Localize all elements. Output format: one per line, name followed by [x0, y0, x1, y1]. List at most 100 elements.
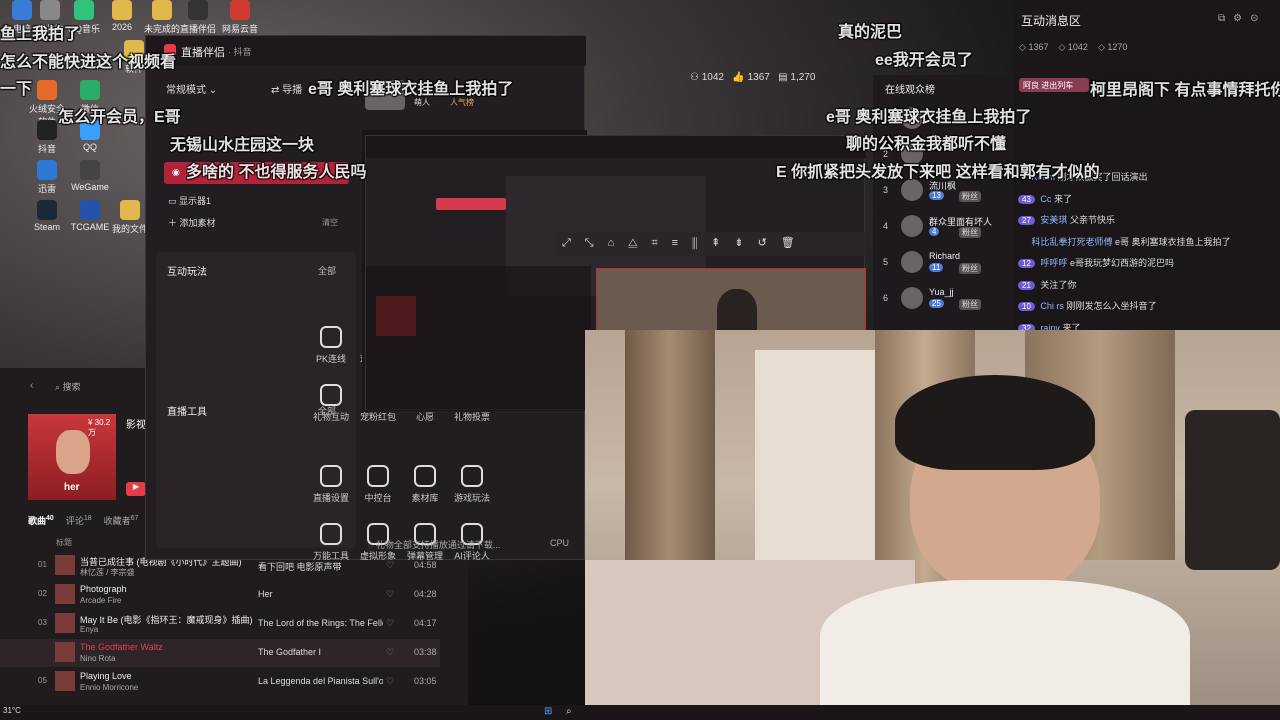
avatar: [901, 287, 923, 309]
music-tab[interactable]: 评论18: [66, 515, 92, 526]
desktop-icon[interactable]: Steam: [25, 200, 69, 232]
heart-icon[interactable]: ♡: [386, 676, 394, 687]
back-icon[interactable]: ‹: [30, 380, 33, 391]
track-cover: [55, 555, 75, 575]
track-row[interactable]: The Godfather Waltz Nino Rota The Godfat…: [0, 639, 440, 667]
chat-message: 21 关注了你: [1018, 278, 1076, 291]
plus-icon: ＋: [168, 218, 178, 228]
interaction-title: 互动玩法: [167, 267, 207, 278]
level-badge: 25: [929, 299, 944, 308]
search-input[interactable]: ⌕ 搜索: [55, 380, 81, 393]
music-tab[interactable]: 歌曲40: [28, 515, 54, 526]
fan-badge: 粉丝: [959, 191, 981, 202]
tool-button[interactable]: PK连线: [306, 326, 356, 365]
desktop-icon[interactable]: 2026: [100, 0, 144, 32]
search-icon: ⌕: [55, 382, 61, 392]
app-icon: [112, 0, 132, 20]
danmaku-comment: 柯里昂阁下 有点事情拜托你: [1090, 82, 1280, 99]
monitor-icon: ▭: [168, 196, 177, 206]
level-badge: 43: [1018, 194, 1035, 204]
interaction-panel-title: 互动消息区: [1021, 14, 1082, 28]
chat-text: e哥我玩梦幻西游的泥巴吗: [1069, 258, 1174, 268]
tool-button[interactable]: 万能工具: [306, 523, 356, 562]
level-badge: 21: [1018, 280, 1035, 290]
source-toolbar: ⤢⤡⌂⧋⌗≡⫼⇞⇟↺🗑: [556, 232, 866, 256]
album-face: [56, 430, 90, 474]
chat-user: 科比乱拳打死老师傅: [1031, 236, 1113, 247]
heart-icon[interactable]: ♡: [386, 589, 394, 600]
interaction-more[interactable]: 全部: [318, 264, 336, 277]
danmaku-comment: 聊的公积金我都听不懂: [846, 136, 1007, 153]
mic-icon: ◌: [368, 540, 374, 550]
tool-button[interactable]: 游戏玩法: [447, 465, 497, 504]
live-tools-more[interactable]: 全部: [318, 404, 336, 417]
chat-message: 10 Chi rs 刚刚发怎么入坐抖音了: [1018, 299, 1156, 312]
chair: [1185, 410, 1280, 570]
desktop-icon[interactable]: WeGame: [68, 160, 112, 192]
start-icon[interactable]: ⊞: [544, 706, 552, 717]
desktop-icon[interactable]: 迅雷: [25, 160, 69, 195]
danmaku-comment: 一下: [0, 81, 33, 98]
album-label: her: [64, 482, 80, 493]
danmaku-comment: 多啥的 不也得服务人民吗: [186, 164, 367, 181]
mode-selector[interactable]: 常规模式 ⌄: [166, 81, 217, 96]
nested-highlight: [436, 198, 506, 210]
tool-icon: [414, 465, 436, 487]
tool-button[interactable]: 素材库: [400, 465, 450, 504]
stats-bar: ⚇ 1042 👍 1367 ▤ 1,270: [690, 72, 815, 83]
tool-icon: [320, 465, 342, 487]
track-cover: [55, 584, 75, 604]
track-row[interactable]: 05 Playing Love Ennio Morricone La Legge…: [0, 668, 440, 696]
viewer-row[interactable]: 5 Richard 11 粉丝: [883, 249, 1008, 277]
fan-badge: 粉丝: [959, 227, 981, 238]
person-shirt: [820, 580, 1190, 720]
playlist-title: 影视: [126, 420, 146, 431]
viewer-row[interactable]: 4 群众里面有坏人 4 粉丝: [883, 213, 1008, 241]
app-icon: [37, 80, 57, 100]
viewer-list-title: 在线观众榜: [885, 85, 935, 96]
avatar: [901, 251, 923, 273]
comment-icon: ▤: [778, 72, 788, 83]
clear-button[interactable]: 清空: [322, 217, 338, 228]
chat-user: 呼呼呼: [1040, 258, 1068, 268]
danmaku-comment: 怎么开会员，E哥: [58, 109, 181, 126]
app-icon: [37, 200, 57, 220]
stat-item: ◇ 1042: [1058, 42, 1088, 52]
desktop-icon[interactable]: TCGAME: [68, 200, 112, 232]
track-cover: [55, 671, 75, 691]
user-icon: ⚇: [690, 72, 699, 83]
desktop-icon[interactable]: 直播伴侣: [176, 0, 220, 35]
level-badge: 12: [1018, 259, 1035, 268]
camera-head: [717, 289, 757, 335]
danmaku-comment: e哥 奥利塞球衣挂鱼上我拍了: [826, 109, 1032, 126]
source-display[interactable]: ▭ 显示器1: [168, 194, 211, 207]
nested-overlay: [366, 266, 591, 411]
music-tab[interactable]: 收藏者67: [104, 515, 139, 526]
app-icon: [37, 120, 57, 140]
chat-message: 27 安美琪 父亲节快乐: [1018, 213, 1115, 226]
avatar: [901, 215, 923, 237]
transform-icons[interactable]: ⤢⤡⌂⧋⌗≡⫼⇞⇟↺🗑: [562, 236, 809, 250]
search-icon[interactable]: ⌕: [566, 706, 572, 717]
guide-toggle[interactable]: ⇄ 导播: [271, 81, 302, 96]
heart-icon[interactable]: ♡: [386, 618, 394, 629]
app-subtitle: · 抖音: [228, 47, 252, 57]
danmaku-comment: ee我开会员了: [875, 52, 973, 69]
chat-text: 关注了你: [1040, 279, 1077, 290]
tool-button[interactable]: 中控台: [353, 465, 403, 504]
weather-widget[interactable]: 31°C: [3, 706, 21, 715]
level-badge: 11: [929, 263, 944, 272]
track-row[interactable]: 02 Photograph Arcade Fire Her ♡ 04:28: [0, 581, 440, 609]
app-title: 直播伴侣: [181, 47, 225, 59]
heart-icon[interactable]: ♡: [386, 647, 394, 658]
viewer-row[interactable]: 6 Yua_jj 25 粉丝: [883, 285, 1008, 313]
track-row[interactable]: 03 May It Be (电影《指环王：魔戒现身》插曲) Enya The L…: [0, 610, 440, 638]
add-source-button[interactable]: ＋ 添加素材: [168, 216, 216, 229]
track-cover: [55, 642, 75, 662]
play-all-button[interactable]: ▶: [126, 482, 146, 496]
tool-button[interactable]: 直播设置: [306, 465, 356, 504]
panel-actions[interactable]: ⧉⚙⊝: [1218, 13, 1266, 24]
camera-source-frame[interactable]: [596, 268, 866, 335]
danmaku-comment: 怎么不能快进这个视频看: [0, 54, 177, 71]
tool-icon: [320, 326, 342, 348]
